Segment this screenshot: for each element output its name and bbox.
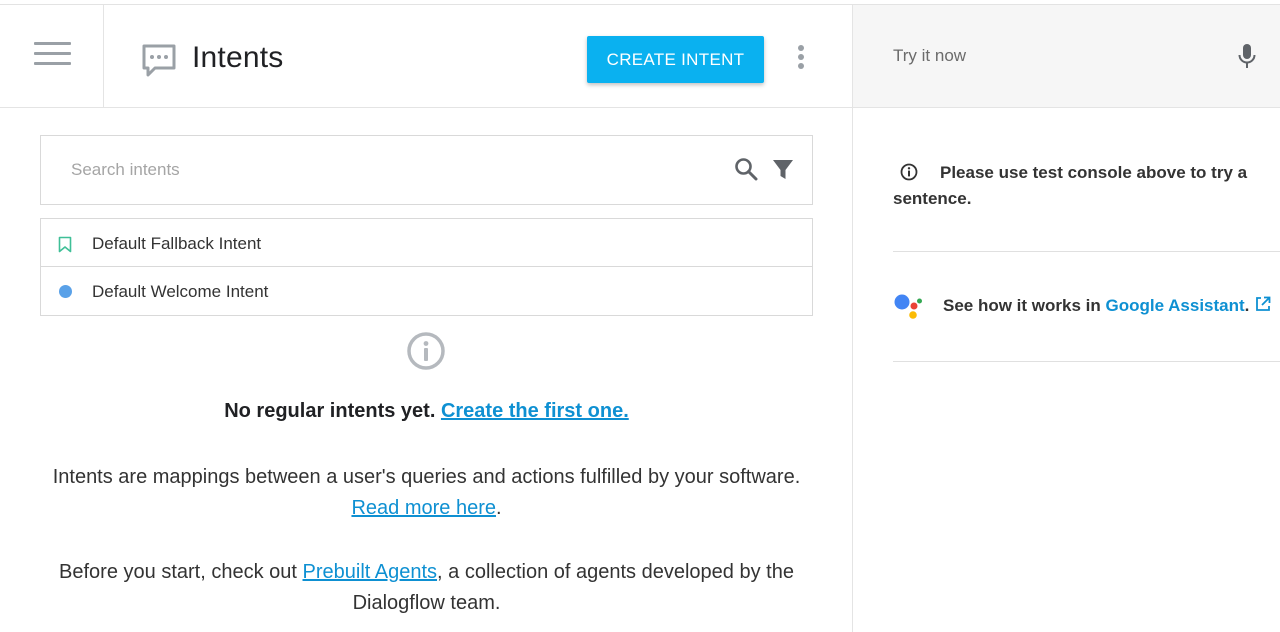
intent-row-default-welcome[interactable]: Default Welcome Intent — [41, 267, 812, 315]
empty-state-message: No regular intents yet. — [224, 400, 436, 422]
empty-state-title: No regular intents yet. Create the first… — [40, 400, 813, 423]
search-intents-input[interactable] — [71, 157, 691, 183]
read-more-link[interactable]: Read more here — [351, 497, 496, 519]
google-assistant-row: See how it works in Google Assistant. — [893, 290, 1280, 320]
external-link-icon[interactable] — [1255, 296, 1271, 312]
google-assistant-period: . — [1244, 296, 1250, 315]
google-assistant-icon — [894, 294, 922, 319]
microphone-icon[interactable] — [1238, 43, 1256, 71]
test-console-info: Please use test console above to try a s… — [893, 160, 1263, 212]
page-header: Intents CREATE INTENT — [104, 5, 852, 108]
menu-cell — [0, 5, 104, 108]
test-console-info-text: Please use test console above to try a s… — [893, 163, 1248, 208]
test-console-panel: Try it now Please use test console above… — [852, 5, 1280, 632]
hamburger-menu-icon[interactable] — [34, 42, 71, 66]
create-first-intent-link[interactable]: Create the first one. — [441, 400, 629, 422]
create-intent-button[interactable]: CREATE INTENT — [587, 36, 764, 83]
intent-name[interactable]: Default Fallback Intent — [92, 234, 261, 254]
filter-icon[interactable] — [772, 159, 794, 181]
prebuilt-agents-link[interactable]: Prebuilt Agents — [303, 561, 438, 583]
intent-row-default-fallback[interactable]: Default Fallback Intent — [41, 219, 812, 267]
info-icon — [900, 163, 918, 181]
intent-name[interactable]: Default Welcome Intent — [92, 282, 268, 302]
intents-description: Intents are mappings between a user's qu… — [40, 462, 813, 524]
try-it-now-bar[interactable]: Try it now — [853, 5, 1280, 108]
intents-description-text: Intents are mappings between a user's qu… — [52, 466, 801, 488]
prebuilt-agents-note: Before you start, check out Prebuilt Age… — [40, 557, 813, 619]
intents-description-period: . — [495, 497, 502, 519]
dot-icon — [59, 285, 72, 298]
bookmark-icon — [58, 236, 72, 253]
try-it-now-input[interactable]: Try it now — [893, 46, 966, 66]
google-assistant-prefix: See how it works in — [943, 296, 1106, 315]
divider — [893, 251, 1280, 252]
divider — [893, 361, 1280, 362]
search-icon[interactable] — [734, 157, 758, 181]
google-assistant-link[interactable]: Google Assistant — [1105, 296, 1244, 315]
intent-list: Default Fallback Intent Default Welcome … — [40, 218, 813, 316]
search-box — [40, 135, 813, 205]
google-assistant-text: See how it works in Google Assistant. — [943, 296, 1271, 316]
info-circle-icon — [407, 332, 445, 370]
more-options-icon[interactable] — [794, 45, 808, 71]
prebuilt-note-start: Before you start, check out — [59, 561, 303, 583]
page-title: Intents — [192, 41, 284, 74]
chat-bubble-icon — [142, 44, 176, 77]
